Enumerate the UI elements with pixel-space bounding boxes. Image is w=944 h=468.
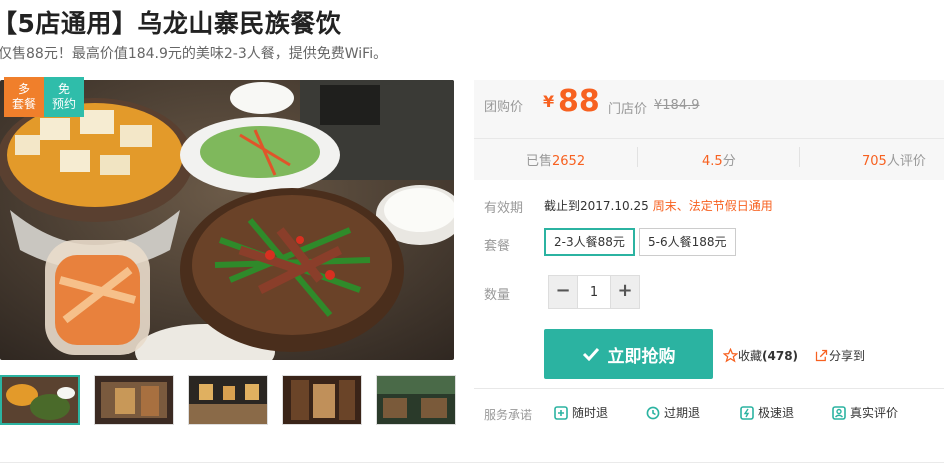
thumbnail-4[interactable] — [282, 375, 362, 425]
review-count[interactable]: 705人评价 — [862, 150, 926, 169]
quantity-plus-button[interactable]: + — [611, 276, 639, 308]
share-icon — [815, 349, 828, 362]
share-button[interactable]: 分享到 — [814, 347, 865, 364]
store-price: ¥184.9 — [654, 98, 700, 113]
group-price: 88 — [558, 84, 600, 119]
divider — [474, 388, 944, 389]
clock-icon — [646, 406, 660, 419]
quantity-minus-button[interactable]: − — [549, 276, 577, 308]
quantity-stepper: − + — [548, 275, 640, 309]
lightning-icon — [740, 405, 754, 420]
star-icon — [723, 348, 738, 363]
rating: 4.5分 — [702, 154, 736, 169]
thumbnail-1[interactable] — [0, 375, 80, 425]
promise-anytime-refund: 随时退 — [554, 404, 608, 421]
quantity-label: 数量 — [484, 288, 511, 303]
promise-expiry-refund: 过期退 — [646, 404, 700, 421]
currency-symbol: ¥ — [543, 92, 555, 111]
divider — [0, 462, 944, 463]
validity-value: 截止到2017.10.25 周末、法定节假日通用 — [544, 199, 773, 213]
refund-icon — [554, 405, 568, 420]
thumbnail-5[interactable] — [376, 375, 456, 425]
store-price-label: 门店价 — [608, 102, 648, 117]
validity-note: 周末、法定节假日通用 — [652, 199, 773, 213]
package-label: 套餐 — [484, 239, 511, 254]
buy-now-button[interactable]: 立即抢购 — [544, 329, 713, 379]
group-price-label: 团购价 — [484, 100, 524, 115]
check-icon — [582, 347, 599, 361]
divider — [799, 147, 800, 167]
thumbnail-3[interactable] — [188, 375, 268, 425]
promise-real-reviews: 真实评价 — [832, 404, 898, 421]
no-reservation-tag: 免 预约 — [44, 77, 84, 117]
deal-subtitle: 仅售88元！最高价值184.9元的美味2-3人餐，提供免费WiFi。 — [0, 46, 388, 62]
package-option-5-6[interactable]: 5-6人餐188元 — [639, 228, 736, 256]
main-product-image — [0, 80, 454, 360]
sold-count: 已售2652 — [526, 154, 586, 169]
page-title: 【5店通用】乌龙山寨民族餐饮 — [0, 9, 342, 38]
promise-fast-refund: 极速退 — [740, 404, 794, 421]
quantity-input[interactable] — [577, 276, 611, 308]
user-icon — [832, 405, 846, 420]
service-promise-label: 服务承诺 — [484, 408, 533, 422]
divider — [637, 147, 638, 167]
validity-label: 有效期 — [484, 201, 524, 216]
price-panel: 团购价 ¥ 88 门店价 ¥184.9 已售2652 4.5分 705人评价 — [474, 80, 944, 180]
divider — [474, 138, 944, 139]
thumbnail-2[interactable] — [94, 375, 174, 425]
favorite-button[interactable]: 收藏 (478) — [723, 347, 798, 364]
multi-package-tag: 多 套餐 — [4, 77, 44, 117]
package-option-2-3[interactable]: 2-3人餐88元 — [544, 228, 635, 256]
